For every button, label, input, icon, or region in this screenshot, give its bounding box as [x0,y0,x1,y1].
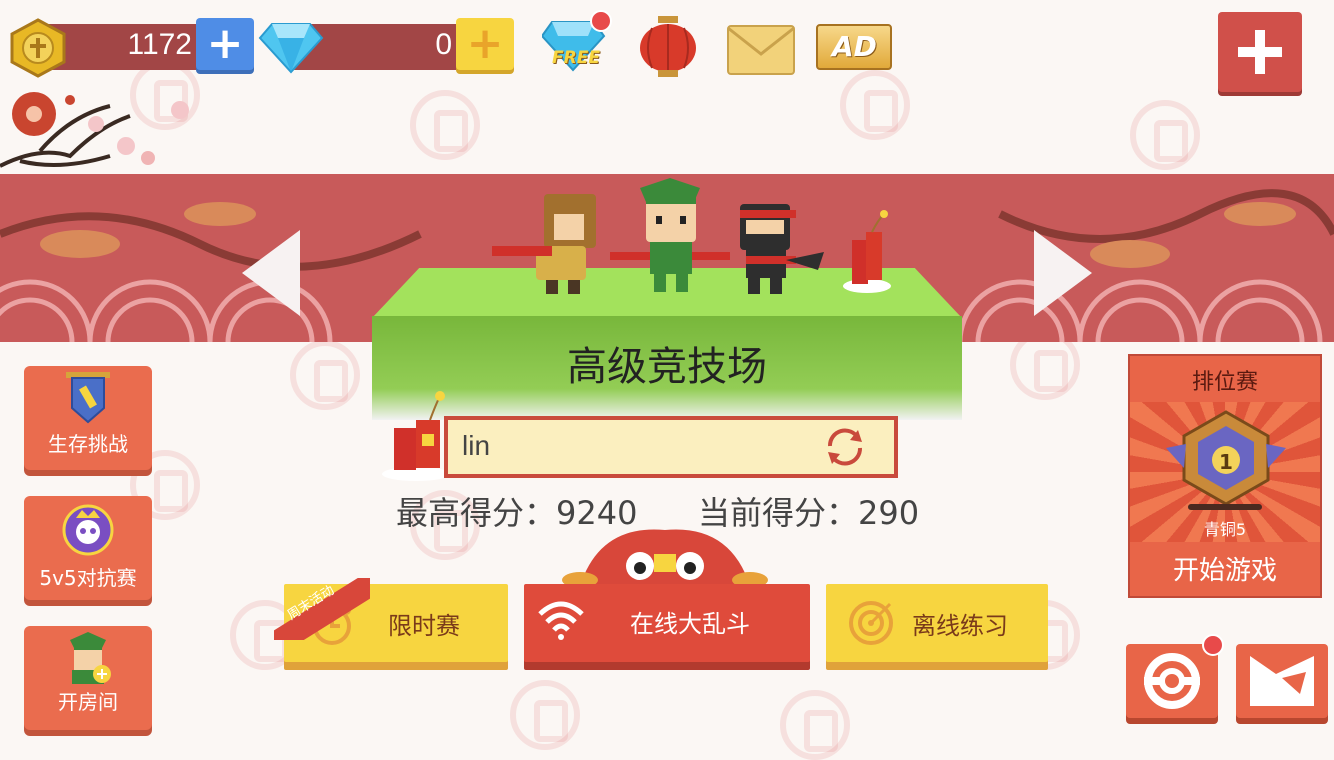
create-room-button[interactable]: 开房间 [24,626,152,730]
free-diamond-button[interactable]: FREE [540,10,612,78]
firecracker-icon [842,210,892,294]
notification-dot [1202,634,1224,656]
survival-challenge-button[interactable]: 生存挑战 [24,366,152,470]
diamond-icon [258,18,324,74]
survival-challenge-label: 生存挑战 [48,432,128,456]
ad-label: AD [832,30,877,63]
plus-icon: + [466,18,504,69]
diamond-value: 0 [435,28,452,61]
mask-icon [1250,656,1314,706]
arena-title: 高级竞技场 [567,344,767,390]
main-add-button[interactable] [1218,12,1302,92]
lantern-icon[interactable] [638,14,698,80]
previous-arrow[interactable] [238,226,304,320]
character-warrior [488,184,608,304]
capsule-icon [1144,653,1200,709]
character-plus-icon [64,632,112,686]
next-arrow[interactable] [1030,226,1096,320]
gold-value: 1172 [127,28,192,61]
gacha-button[interactable] [1126,644,1218,718]
notification-dot [590,10,612,32]
limited-time-label: 限时赛 [388,612,460,640]
refresh-name-icon[interactable] [822,426,868,468]
player-name: lin [462,430,491,461]
online-battle-label: 在线大乱斗 [630,610,750,638]
rank-progress-bar [1188,504,1262,510]
weekend-event-ribbon: 周末活动 [274,578,370,640]
plus-icon [1238,30,1282,74]
skull-icon [62,504,114,556]
ranked-title: 排位赛 [1191,370,1258,395]
plum-blossom-decoration [0,86,200,176]
rank-name: 青铜5 [1203,520,1247,539]
lion-dance-icon [560,524,770,588]
ad-button[interactable]: AD [816,24,892,70]
ranked-match-panel[interactable]: 排位赛 1 青铜5 开始游戏 [1128,354,1322,598]
online-battle-mode-button[interactable]: 在线大乱斗 [524,584,810,662]
shield-banner-icon [64,370,112,424]
add-diamond-button[interactable]: + [456,18,514,70]
rank-number: 1 [1219,450,1233,474]
add-gold-button[interactable]: + [196,18,254,70]
start-game-label: 开始游戏 [1172,556,1277,586]
5v5-battle-button[interactable]: 5v5对抗赛 [24,496,152,600]
mail-icon[interactable] [726,22,796,78]
character-ninja [726,200,836,300]
offline-practice-mode-button[interactable]: 离线练习 [826,584,1048,662]
plus-icon: + [206,18,244,69]
free-label: FREE [552,48,600,68]
create-room-label: 开房间 [58,690,118,714]
offline-practice-label: 离线练习 [912,612,1008,640]
target-icon [848,600,894,646]
wifi-icon [536,598,586,642]
character-skin-button[interactable] [1236,644,1328,718]
firecracker-icon [380,390,452,482]
5v5-battle-label: 5v5对抗赛 [39,566,137,590]
gold-coin-icon [8,18,68,78]
character-monkey-king [610,178,730,296]
